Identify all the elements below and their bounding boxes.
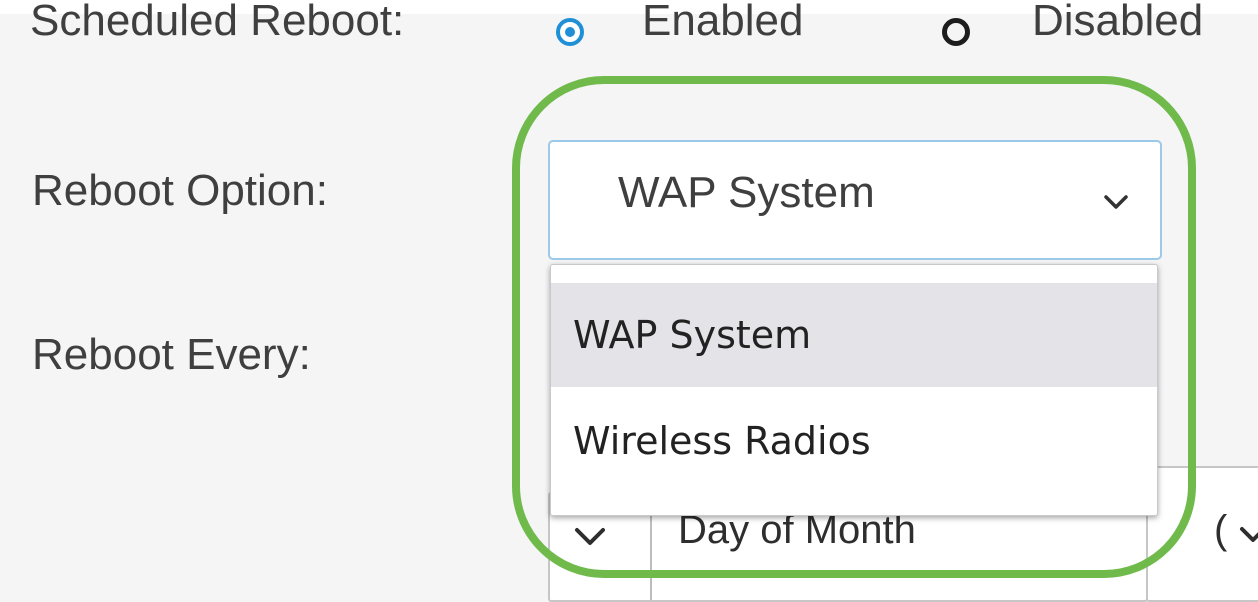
chevron-down-icon xyxy=(1240,527,1258,542)
dropdown-option-wap-system[interactable]: WAP System xyxy=(551,283,1157,387)
dropdown-option-wireless-radios[interactable]: Wireless Radios xyxy=(551,389,1157,493)
radio-enabled-label[interactable]: Enabled xyxy=(642,0,803,46)
reboot-option-label: Reboot Option: xyxy=(32,166,328,215)
reboot-option-dropdown-list: WAP System Wireless Radios xyxy=(550,264,1158,516)
reboot-option-select-value: WAP System xyxy=(618,168,875,217)
radio-disabled-label[interactable]: Disabled xyxy=(1032,0,1203,46)
reboot-every-secondary-select[interactable]: ( xyxy=(1146,466,1258,602)
radio-disabled[interactable] xyxy=(942,18,970,46)
secondary-select-value: ( xyxy=(1214,508,1228,552)
scheduled-reboot-label: Scheduled Reboot: xyxy=(30,0,405,45)
chevron-down-icon xyxy=(575,528,605,545)
reboot-every-label: Reboot Every: xyxy=(32,330,311,379)
reboot-option-select[interactable]: WAP System xyxy=(548,140,1162,260)
radio-enabled[interactable] xyxy=(556,18,584,46)
chevron-down-icon xyxy=(1104,195,1128,209)
